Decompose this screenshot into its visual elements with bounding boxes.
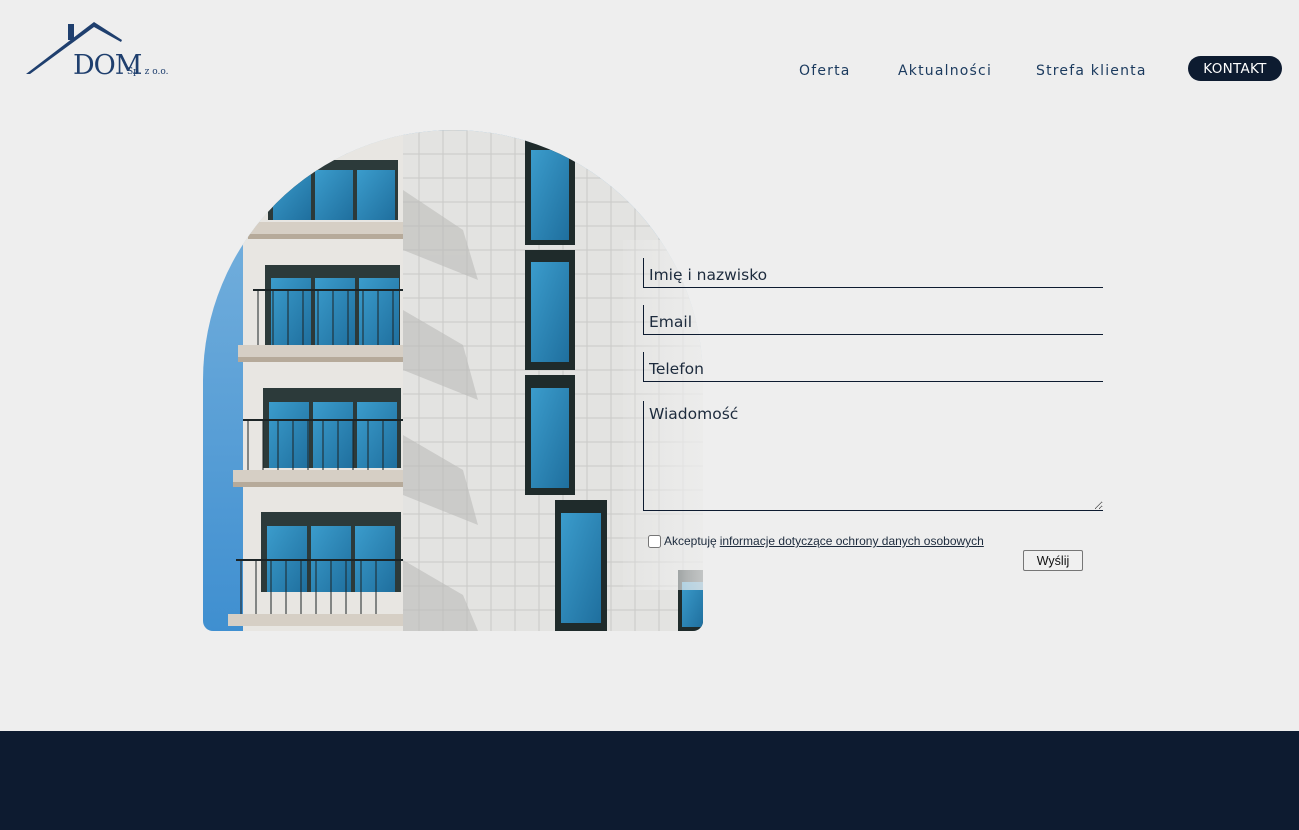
name-field[interactable]	[643, 258, 1103, 288]
nav-link-strefa-klienta[interactable]: Strefa klienta	[1036, 63, 1147, 79]
privacy-policy-link[interactable]: informacje dotyczące ochrony danych osob…	[720, 534, 984, 548]
contact-button[interactable]: KONTAKT	[1188, 56, 1282, 81]
email-field[interactable]	[643, 305, 1103, 335]
consent-row: Akceptuję informacje dotyczące ochrony d…	[648, 534, 984, 548]
footer	[0, 731, 1299, 830]
message-field[interactable]	[643, 401, 1103, 511]
consent-checkbox[interactable]	[648, 534, 661, 548]
consent-label: Akceptuję	[664, 534, 717, 548]
phone-field[interactable]	[643, 352, 1103, 382]
nav-link-oferta[interactable]: Oferta	[799, 63, 851, 79]
submit-button[interactable]: Wyślij	[1023, 550, 1083, 571]
main-nav: Oferta Aktualności Strefa klienta	[0, 63, 1299, 83]
nav-link-aktualnosci[interactable]: Aktualności	[898, 63, 992, 79]
